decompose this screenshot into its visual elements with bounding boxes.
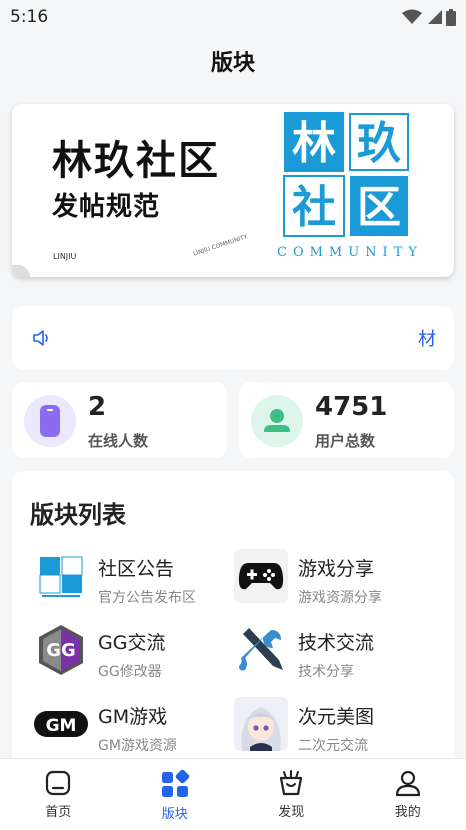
discover-icon — [280, 770, 303, 796]
section-desc: 技术分享 — [298, 664, 354, 680]
svg-text:GG: GG — [46, 640, 76, 661]
section-item-tech[interactable]: 技术交流 技术分享 — [234, 623, 434, 685]
wifi-icon — [402, 9, 422, 24]
phone-icon — [24, 395, 76, 447]
notice-bar[interactable]: 材 — [12, 306, 454, 370]
banner-page-curl — [12, 265, 30, 277]
gm-logo-icon: GM — [34, 697, 88, 751]
status-bar: 5:16 — [0, 0, 466, 34]
banner-carousel[interactable]: 林玖社区 发帖规范 LINJIU LINJIU COMMUNITY 林 玖 社 … — [12, 104, 454, 277]
system-icons — [402, 8, 456, 26]
tools-icon — [234, 623, 288, 677]
section-desc: 官方公告发布区 — [98, 590, 196, 606]
community-logo-icon — [34, 549, 88, 603]
bottom-tab-bar: 首页 版块 发现 我的 — [0, 758, 466, 830]
community-logo: 林 玖 社 区 — [283, 112, 409, 237]
tab-label: 发现 — [278, 805, 305, 820]
sections-panel: 版块列表 社区公告 官方公告发布区 游戏分享 游戏资源分享 GG GG交流 GG… — [12, 471, 454, 771]
tab-home[interactable]: 首页 — [0, 759, 117, 830]
section-item-gg[interactable]: GG GG交流 GG修改器 — [34, 623, 234, 685]
section-item-anime[interactable]: 次元美图 二次元交流 — [234, 697, 434, 759]
section-name: GM游戏 — [98, 706, 168, 728]
svg-text:林: 林 — [292, 118, 336, 169]
notice-marquee-text: 材 — [418, 329, 436, 350]
tab-label: 我的 — [394, 805, 421, 820]
total-users-label: 用户总数 — [315, 432, 376, 450]
tab-discover[interactable]: 发现 — [233, 759, 350, 830]
tab-sections[interactable]: 版块 — [117, 759, 234, 830]
section-name: GG交流 — [98, 632, 166, 654]
section-desc: 二次元交流 — [298, 738, 368, 754]
section-name: 次元美图 — [298, 706, 375, 728]
banner-title: 林玖社区 — [52, 138, 220, 184]
anime-avatar-icon — [234, 697, 288, 751]
grid-icon — [161, 769, 189, 797]
battery-icon — [446, 8, 456, 26]
profile-icon — [395, 770, 420, 797]
online-users-label: 在线人数 — [88, 432, 149, 450]
section-desc: 游戏资源分享 — [298, 590, 382, 606]
banner-community-text: COMMUNITY — [277, 245, 423, 260]
sections-title: 版块列表 — [30, 501, 126, 529]
section-item-gm-games[interactable]: GM GM游戏 GM游戏资源 — [34, 697, 234, 759]
online-users-value: 2 — [88, 392, 107, 422]
banner-tiny-text: LINJIU COMMUNITY — [192, 233, 249, 258]
total-users-value: 4751 — [315, 392, 388, 422]
signal-icon — [428, 10, 442, 24]
svg-text:GM: GM — [46, 716, 77, 736]
gamepad-icon — [234, 549, 288, 603]
tab-label: 版块 — [161, 807, 188, 822]
speaker-icon — [33, 330, 48, 346]
app-header: 版块 — [0, 34, 466, 88]
section-item-game-share[interactable]: 游戏分享 游戏资源分享 — [234, 549, 434, 611]
page-title: 版块 — [210, 51, 255, 76]
section-name: 游戏分享 — [298, 558, 375, 580]
section-name: 技术交流 — [298, 632, 375, 654]
section-item-announcement[interactable]: 社区公告 官方公告发布区 — [34, 549, 234, 611]
user-icon — [251, 395, 303, 447]
status-time: 5:16 — [10, 7, 49, 27]
svg-text:区: 区 — [357, 182, 401, 233]
section-desc: GG修改器 — [98, 664, 162, 680]
section-desc: GM游戏资源 — [98, 738, 177, 754]
section-name: 社区公告 — [98, 558, 175, 580]
tab-label: 首页 — [45, 805, 72, 820]
home-icon — [46, 770, 71, 796]
gg-logo-icon: GG — [34, 623, 88, 677]
svg-text:社: 社 — [292, 182, 336, 233]
svg-text:玖: 玖 — [357, 118, 401, 169]
online-users-card: 2 在线人数 — [12, 382, 227, 458]
banner-small-text: LINJIU — [53, 252, 77, 261]
banner-subtitle: 发帖规范 — [52, 192, 161, 222]
total-users-card: 4751 用户总数 — [239, 382, 454, 458]
tab-profile[interactable]: 我的 — [350, 759, 466, 830]
